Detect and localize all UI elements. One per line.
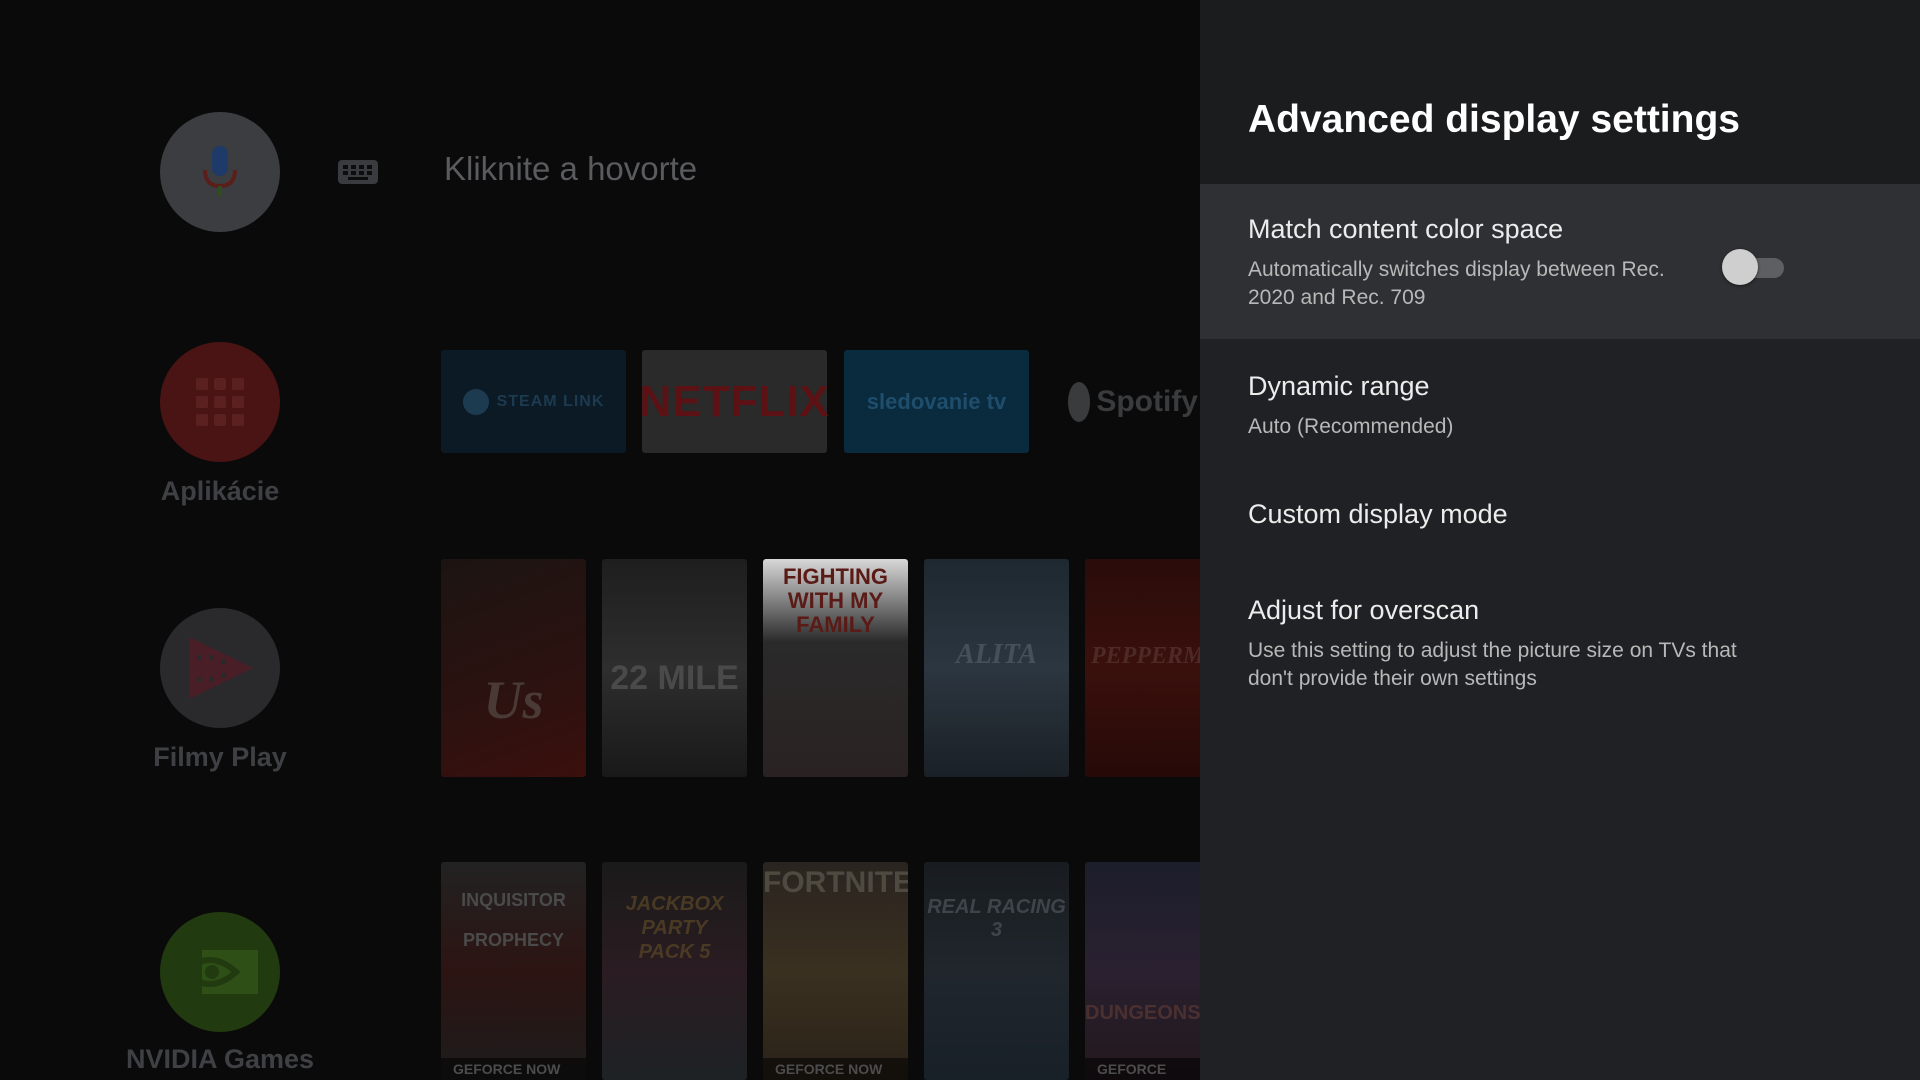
nvidia-games-button[interactable] xyxy=(160,912,280,1032)
app-tile-sledovanie-tv[interactable]: sledovanie tv xyxy=(844,350,1029,453)
setting-subtitle-line1: Automatically switches display between R… xyxy=(1248,258,1665,281)
movie-title: ALITA xyxy=(956,639,1037,670)
app-tile-label: STEAM LINK xyxy=(496,392,605,410)
movie-title: PEPPERMINT xyxy=(1091,643,1200,669)
game-title: FORTNITE xyxy=(763,866,908,899)
setting-subtitle-line2: don't provide their own settings xyxy=(1248,667,1537,690)
apps-grid-icon xyxy=(196,378,244,426)
game-title: INQUISITOR PROPHECY xyxy=(461,890,566,950)
setting-subtitle-line2: 2020 and Rec. 709 xyxy=(1248,286,1426,309)
geforce-now-badge: GEFORCE NOW xyxy=(1085,1058,1200,1080)
setting-subtitle-line1: Use this setting to adjust the picture s… xyxy=(1248,639,1737,662)
app-tile-netflix[interactable]: NETFLIX xyxy=(639,350,830,453)
nvidia-games-label: NVIDIA Games xyxy=(125,1044,315,1074)
launcher-background: Kliknite a hovorte Aplikácie Filmy Play … xyxy=(0,0,1200,1080)
app-tile-label: NETFLIX xyxy=(639,376,830,426)
color-space-toggle[interactable] xyxy=(1722,249,1786,285)
game-poster[interactable]: DUNGEONS GEFORCE NOW xyxy=(1085,862,1200,1080)
movie-title: Us xyxy=(483,670,544,730)
app-tile-label: sledovanie tv xyxy=(866,388,1007,414)
app-tile-spotify[interactable]: Spotify xyxy=(1068,350,1198,453)
nvidia-eye-icon xyxy=(180,950,258,994)
panel-title: Advanced display settings xyxy=(1248,98,1740,141)
movie-poster[interactable]: FIGHTING WITH MY FAMILY xyxy=(763,559,908,777)
setting-title: Adjust for overscan xyxy=(1248,595,1480,625)
microphone-icon xyxy=(203,146,237,196)
search-hint[interactable]: Kliknite a hovorte xyxy=(444,150,697,188)
setting-custom-display-mode[interactable]: Custom display mode xyxy=(1200,449,1920,559)
apps-button[interactable] xyxy=(160,342,280,462)
setting-dynamic-range[interactable]: Dynamic range Auto (Recommended) xyxy=(1200,339,1920,449)
game-poster[interactable]: INQUISITOR PROPHECY GEFORCE NOW xyxy=(441,862,586,1080)
steam-logo-icon xyxy=(462,388,489,415)
setting-title: Match content color space xyxy=(1248,214,1564,244)
setting-title: Custom display mode xyxy=(1248,499,1508,529)
movie-title: 22 MILE xyxy=(610,659,739,697)
setting-subtitle-line1: Auto (Recommended) xyxy=(1248,415,1454,438)
game-poster[interactable]: JACKBOX PARTY PACK 5 xyxy=(602,862,747,1080)
game-poster[interactable]: REAL RACING 3 xyxy=(924,862,1069,1080)
movie-poster[interactable]: PEPPERMINT xyxy=(1085,559,1200,777)
play-movies-icon xyxy=(189,637,253,699)
apps-label: Aplikácie xyxy=(160,476,280,506)
app-tile-steam-link[interactable]: STEAM LINK xyxy=(441,350,626,453)
geforce-now-badge: GEFORCE NOW xyxy=(763,1058,908,1080)
movie-title: FIGHTING WITH MY FAMILY xyxy=(782,564,889,637)
settings-panel: Advanced display settings Match content … xyxy=(1200,0,1920,1080)
game-title: JACKBOX PARTY PACK 5 xyxy=(625,893,724,963)
play-movies-label: Filmy Play xyxy=(153,742,287,772)
movie-poster[interactable]: ALITA xyxy=(924,559,1069,777)
setting-match-content-color-space[interactable]: Match content color space Automatically … xyxy=(1200,184,1920,339)
game-title: REAL RACING 3 xyxy=(927,896,1066,941)
keyboard-icon[interactable] xyxy=(338,160,378,184)
game-title: DUNGEONS xyxy=(1085,1002,1200,1024)
panel-header xyxy=(1200,0,1920,184)
geforce-now-badge: GEFORCE NOW xyxy=(441,1058,586,1080)
game-poster[interactable]: FORTNITE GEFORCE NOW xyxy=(763,862,908,1080)
setting-title: Dynamic range xyxy=(1248,371,1430,401)
toggle-knob xyxy=(1722,249,1758,285)
setting-adjust-for-overscan[interactable]: Adjust for overscan Use this setting to … xyxy=(1200,559,1920,709)
app-tile-label: Spotify xyxy=(1096,384,1198,418)
movie-poster[interactable]: 22 MILE xyxy=(602,559,747,777)
play-movies-button[interactable] xyxy=(160,608,280,728)
voice-search-button[interactable] xyxy=(160,112,280,232)
spotify-logo-icon xyxy=(1068,381,1091,422)
movie-poster[interactable]: Us xyxy=(441,559,586,777)
